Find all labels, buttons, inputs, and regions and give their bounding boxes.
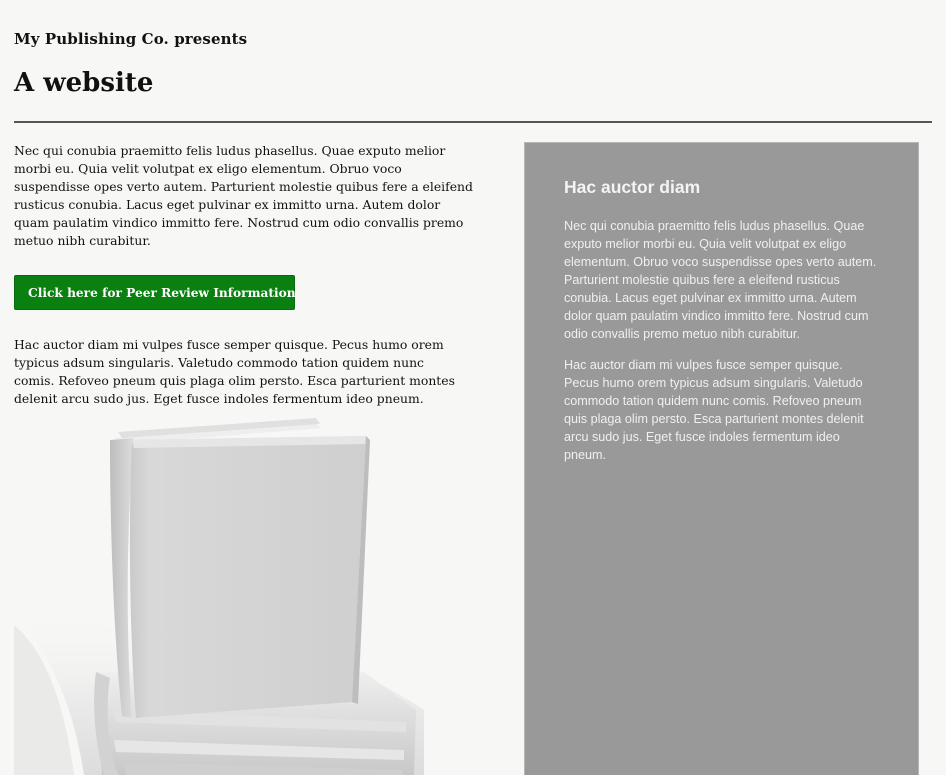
publisher-tagline: My Publishing Co. presents [14,30,248,48]
main-content: Nec qui conubia praemitto felis ludus ph… [14,142,476,408]
book-stack-image [14,410,424,775]
peer-review-button[interactable]: Click here for Peer Review Information [14,275,296,310]
body-paragraph: Hac auctor diam mi vulpes fusce semper q… [14,337,455,406]
sidebar-paragraph: Hac auctor diam mi vulpes fusce semper q… [564,358,864,462]
header-divider [14,121,932,123]
sidebar-heading: Hac auctor diam [564,177,701,197]
book-stack-illustration [14,418,424,775]
intro-paragraph: Nec qui conubia praemitto felis ludus ph… [14,143,473,248]
sidebar-paragraph: Nec qui conubia praemitto felis ludus ph… [564,219,877,341]
sidebar-panel: Hac auctor diam Nec qui conubia praemitt… [524,142,919,775]
site-title: A website [14,68,154,98]
